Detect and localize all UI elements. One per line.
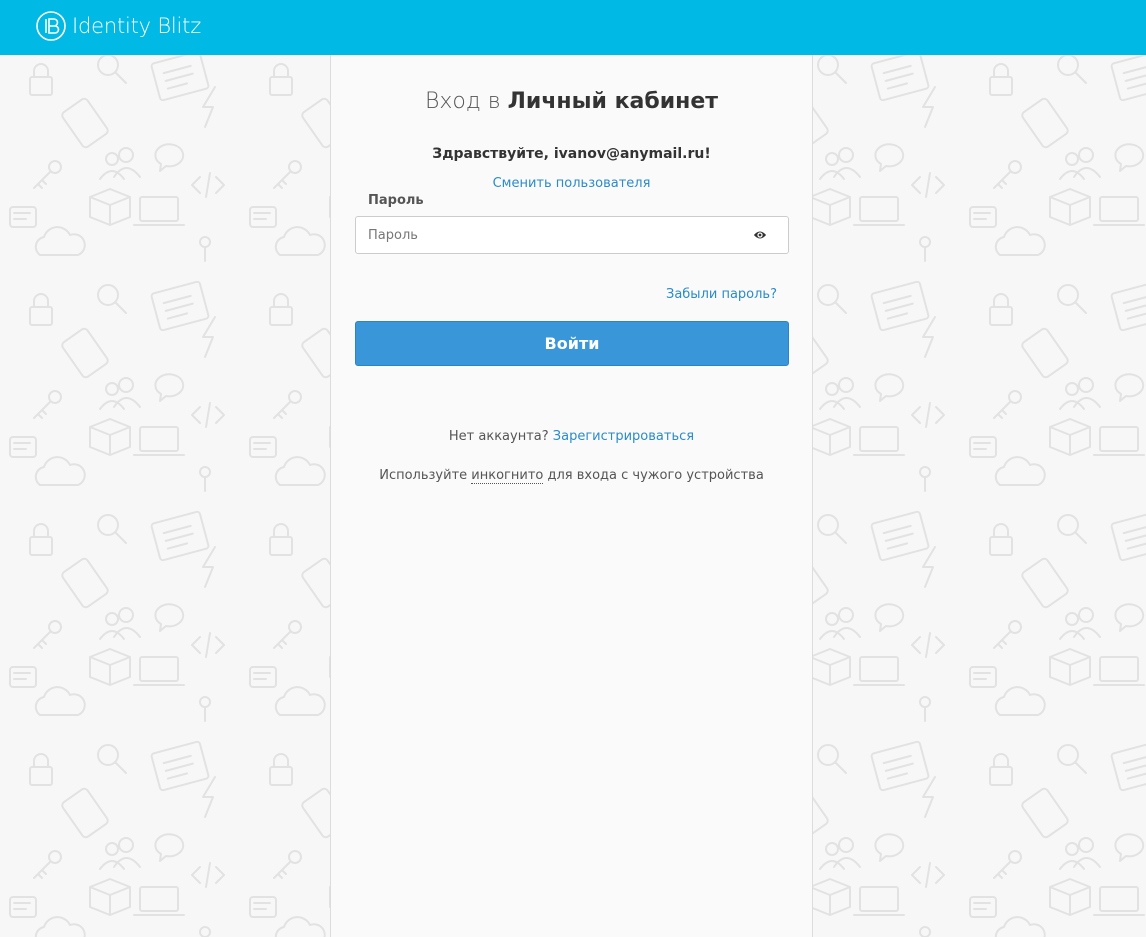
login-button[interactable]: Войти xyxy=(355,321,789,366)
login-card: Вход в Личный кабинет Здравствуйте, ivan… xyxy=(330,55,813,937)
brand-name: Identity Blitz xyxy=(72,14,202,38)
incognito-tooltip-trigger[interactable]: инкогнито xyxy=(471,468,544,484)
page-title: Вход в Личный кабинет xyxy=(331,89,812,114)
register-link[interactable]: Зарегистрироваться xyxy=(553,429,694,444)
title-prefix: Вход в xyxy=(424,89,501,114)
register-prompt: Нет аккаунта? Зарегистрироваться xyxy=(331,429,812,444)
forgot-password-link[interactable]: Забыли пароль? xyxy=(666,287,777,302)
incognito-prefix: Используйте xyxy=(379,468,468,483)
password-field xyxy=(355,216,789,254)
incognito-hint: Используйте инкогнито для входа с чужого… xyxy=(331,468,812,484)
password-input[interactable] xyxy=(356,217,736,253)
eye-icon[interactable] xyxy=(753,228,767,242)
greeting-text: Здравствуйте, ivanov@anymail.ru! xyxy=(432,146,711,162)
password-label: Пароль xyxy=(368,193,424,208)
incognito-suffix: для входа с чужого устройства xyxy=(547,468,764,483)
top-header: Identity Blitz xyxy=(0,0,1146,55)
ib-monogram-icon xyxy=(36,11,66,41)
no-account-text: Нет аккаунта? xyxy=(448,429,549,444)
title-bold: Личный кабинет xyxy=(507,89,719,114)
brand-logo[interactable]: Identity Blitz xyxy=(36,9,201,43)
switch-user-link[interactable]: Сменить пользователя xyxy=(331,176,812,191)
